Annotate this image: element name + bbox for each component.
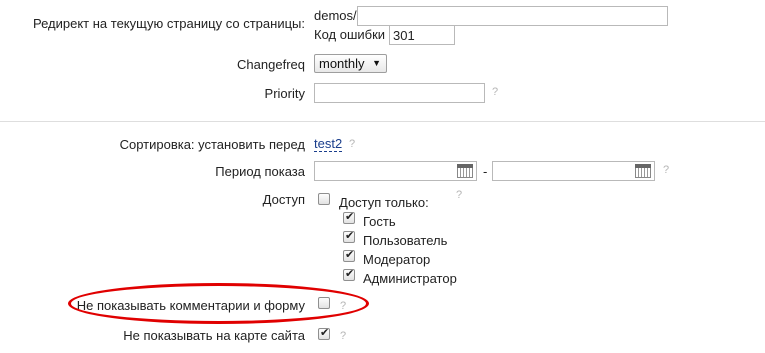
- period-to-input[interactable]: [492, 161, 655, 181]
- changefreq-selected: monthly: [319, 56, 365, 71]
- role-label-guest: Гость: [363, 214, 396, 229]
- error-code-label: Код ошибки: [314, 27, 386, 42]
- calendar-icon[interactable]: [457, 164, 473, 178]
- changefreq-select[interactable]: monthly ▼: [314, 54, 387, 73]
- calendar-icon[interactable]: [635, 164, 651, 178]
- sorting-help-icon[interactable]: ?: [349, 138, 355, 150]
- highlight-ellipse: [68, 283, 369, 324]
- redirect-label: Редирект на текущую страницу со страницы…: [32, 16, 305, 31]
- access-only-label: Доступ только:: [339, 195, 429, 210]
- changefreq-label: Changefreq: [237, 57, 305, 72]
- priority-help-icon[interactable]: ?: [492, 86, 498, 98]
- sorting-label: Сортировка: установить перед: [119, 137, 305, 152]
- role-label-user: Пользователь: [363, 233, 448, 248]
- role-checkbox-user[interactable]: [343, 229, 355, 243]
- priority-label: Priority: [264, 86, 305, 101]
- access-label: Доступ: [262, 192, 305, 207]
- redirect-prefix: demos/: [314, 8, 357, 23]
- chevron-down-icon: ▼: [372, 58, 381, 68]
- hide-sitemap-label: Не показывать на карте сайта: [123, 328, 305, 343]
- role-checkbox-moderator[interactable]: [343, 248, 355, 262]
- redirect-source-input[interactable]: [357, 6, 668, 26]
- period-label: Период показа: [215, 164, 305, 179]
- role-checkbox-admin[interactable]: [343, 267, 355, 281]
- priority-input[interactable]: [314, 83, 485, 103]
- access-help-icon[interactable]: ?: [456, 189, 462, 201]
- period-help-icon[interactable]: ?: [663, 164, 669, 176]
- section-divider: [0, 121, 765, 122]
- hide-sitemap-help-icon[interactable]: ?: [340, 330, 346, 342]
- role-checkbox-guest[interactable]: [343, 210, 355, 224]
- role-label-moderator: Модератор: [363, 252, 431, 267]
- role-label-admin: Администратор: [363, 271, 457, 286]
- access-only-checkbox[interactable]: [318, 193, 330, 205]
- sorting-target-link[interactable]: test2: [314, 137, 343, 152]
- period-separator: -: [483, 164, 488, 179]
- period-from-input[interactable]: [314, 161, 477, 181]
- hide-sitemap-checkbox[interactable]: [318, 326, 330, 340]
- error-code-input[interactable]: [389, 25, 455, 45]
